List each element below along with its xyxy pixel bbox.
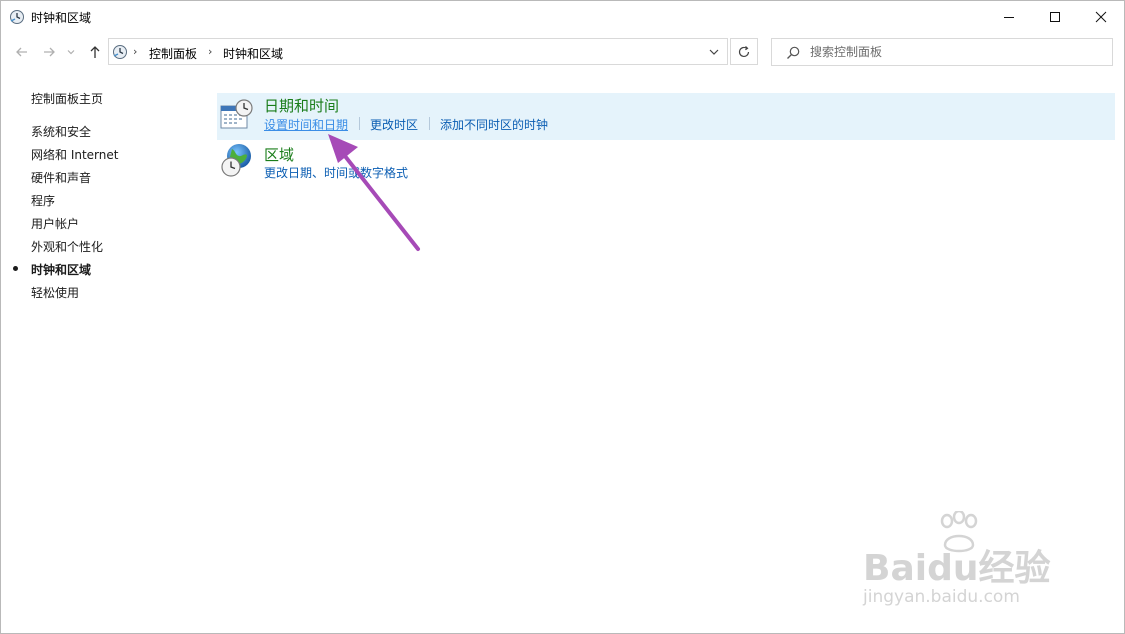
baidu-watermark: Baidu经验 jingyan.baidu.com bbox=[859, 511, 1069, 611]
sidebar-item-clock-region[interactable]: 时钟和区域 bbox=[31, 261, 91, 278]
breadcrumb-separator-icon: › bbox=[208, 45, 213, 58]
minimize-button[interactable] bbox=[986, 1, 1032, 32]
address-bar[interactable]: › 控制面板 › 时钟和区域 bbox=[108, 38, 728, 65]
category-date-time-title[interactable]: 日期和时间 bbox=[264, 95, 339, 116]
globe-clock-icon bbox=[221, 144, 251, 177]
sidebar-item-appearance[interactable]: 外观和个性化 bbox=[31, 238, 103, 255]
category-region-title[interactable]: 区域 bbox=[264, 144, 294, 165]
arrow-right-icon bbox=[44, 47, 55, 57]
category-date-time-row[interactable] bbox=[217, 93, 1115, 140]
sidebar-item-system-security[interactable]: 系统和安全 bbox=[31, 123, 91, 140]
forward-button[interactable] bbox=[39, 41, 59, 63]
sidebar-item-network-internet[interactable]: 网络和 Internet bbox=[31, 146, 118, 163]
title-bar[interactable]: 时钟和区域 bbox=[1, 1, 1124, 32]
search-input[interactable] bbox=[810, 43, 1100, 61]
calendar-clock-icon bbox=[220, 99, 253, 129]
link-change-time-zone[interactable]: 更改时区 bbox=[370, 116, 418, 133]
window-title: 时钟和区域 bbox=[31, 11, 92, 25]
recent-locations-button[interactable] bbox=[64, 41, 78, 63]
maximize-icon bbox=[1050, 11, 1060, 22]
link-separator bbox=[429, 117, 430, 130]
breadcrumb-control-panel[interactable]: 控制面板 bbox=[149, 45, 197, 62]
minimize-icon bbox=[1004, 16, 1014, 18]
sidebar-item-hardware-sound[interactable]: 硬件和声音 bbox=[31, 169, 91, 186]
breadcrumb-clock-region[interactable]: 时钟和区域 bbox=[223, 45, 283, 62]
watermark-url: jingyan.baidu.com bbox=[863, 587, 1020, 607]
address-history-dropdown[interactable] bbox=[705, 43, 723, 61]
refresh-button[interactable] bbox=[730, 38, 758, 65]
link-set-time-date[interactable]: 设置时间和日期 bbox=[264, 116, 348, 133]
link-add-clocks[interactable]: 添加不同时区的时钟 bbox=[440, 116, 548, 133]
breadcrumb-separator-icon: › bbox=[133, 45, 138, 58]
maximize-button[interactable] bbox=[1032, 1, 1078, 32]
active-item-bullet bbox=[13, 266, 18, 271]
sidebar-item-programs[interactable]: 程序 bbox=[31, 192, 55, 209]
arrow-up-icon bbox=[90, 46, 100, 58]
chevron-down-icon bbox=[709, 49, 719, 55]
sidebar-item-user-accounts[interactable]: 用户帐户 bbox=[31, 215, 79, 232]
link-separator bbox=[359, 117, 360, 130]
refresh-icon bbox=[738, 45, 750, 57]
back-button[interactable] bbox=[12, 41, 32, 63]
close-icon bbox=[1095, 11, 1107, 22]
control-panel-icon bbox=[113, 45, 127, 59]
watermark-brand: Baidu经验 bbox=[863, 548, 1051, 589]
search-box[interactable] bbox=[771, 38, 1113, 66]
link-change-formats[interactable]: 更改日期、时间或数字格式 bbox=[264, 164, 408, 181]
arrow-left-icon bbox=[16, 47, 27, 57]
sidebar-item-ease-of-access[interactable]: 轻松使用 bbox=[31, 284, 79, 301]
chevron-down-icon bbox=[67, 50, 75, 55]
close-button[interactable] bbox=[1078, 1, 1124, 32]
search-icon bbox=[787, 46, 800, 59]
up-button[interactable] bbox=[85, 41, 105, 63]
sidebar-home-link[interactable]: 控制面板主页 bbox=[31, 90, 103, 107]
clock-region-app-icon bbox=[10, 10, 24, 24]
control-panel-window: 时钟和区域 › 控制面板 › 时钟和区域 搜索控制面板 控制面板主页 系统和安全… bbox=[0, 0, 1125, 634]
